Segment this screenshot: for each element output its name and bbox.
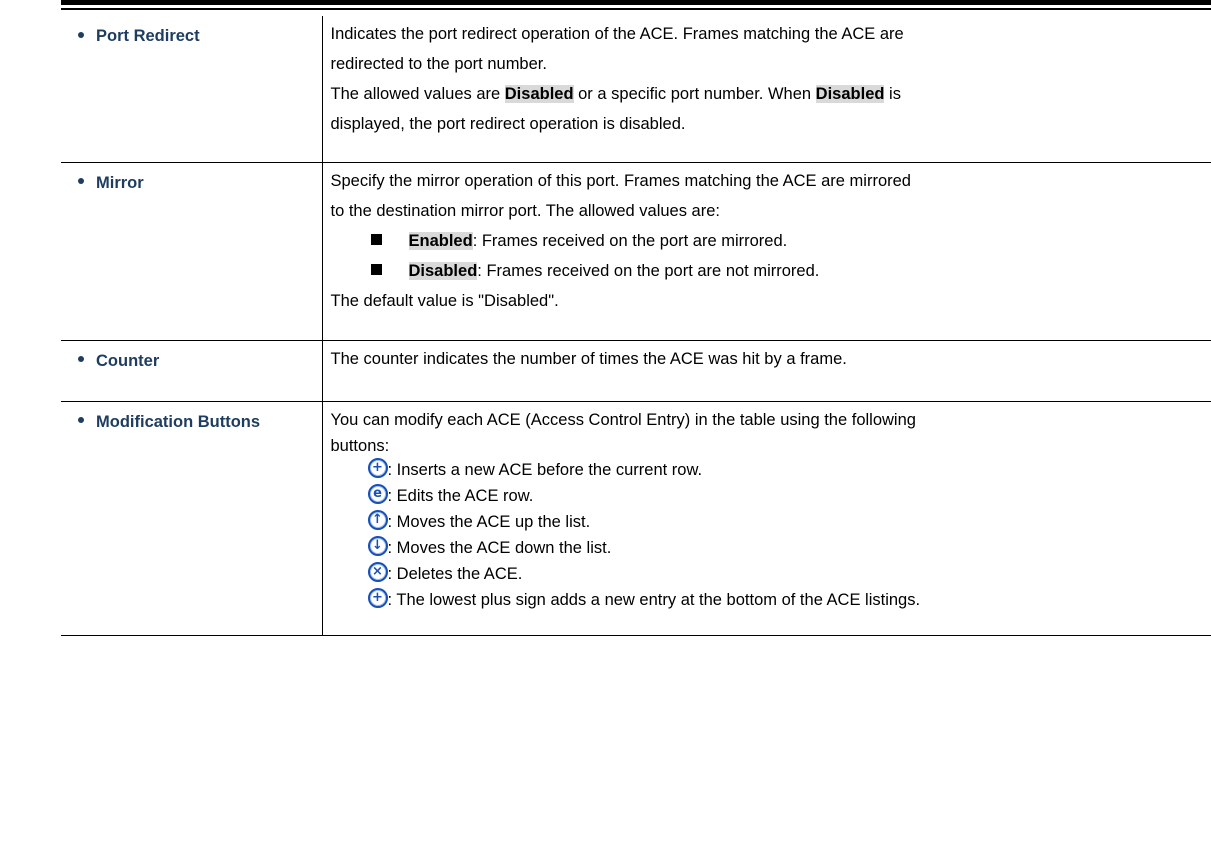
param-name-cell: Mirror xyxy=(61,162,323,340)
square-bullet-icon xyxy=(370,233,382,245)
top-rule xyxy=(61,0,1211,5)
keyword: Disabled xyxy=(408,261,478,280)
desc-line: The allowed values are Disabled or a spe… xyxy=(330,85,901,103)
table-row-mirror: Mirror Specify the mirror operation of t… xyxy=(61,162,1211,340)
bullet-dot xyxy=(78,417,84,424)
param-description: You can modify each ACE (Access Control … xyxy=(322,401,1211,635)
bullet-dot xyxy=(78,178,84,185)
plus-circle-icon: + xyxy=(367,588,388,609)
edit-circle-icon: e xyxy=(367,484,388,505)
param-name: Mirror xyxy=(78,174,144,192)
button-description: ×: Deletes the ACE. xyxy=(331,561,1202,587)
button-description: +: Inserts a new ACE before the current … xyxy=(331,457,1202,483)
param-description: Indicates the port redirect operation of… xyxy=(322,16,1211,162)
bullet-dot xyxy=(78,31,84,38)
param-name-cell: Modification Buttons xyxy=(61,401,323,635)
desc-line: to the destination mirror port. The allo… xyxy=(330,201,720,220)
desc-line: redirected to the port number. xyxy=(330,55,547,73)
button-description: +: The lowest plus sign adds a new entry… xyxy=(331,587,1202,613)
button-description: e: Edits the ACE row. xyxy=(331,483,1202,509)
param-description: The counter indicates the number of time… xyxy=(322,340,1211,401)
desc-line: Specify the mirror operation of this por… xyxy=(330,171,911,190)
button-description: ↑: Moves the ACE up the list. xyxy=(331,509,1202,535)
up-arrow-circle-icon: ↑ xyxy=(367,510,388,531)
param-description: Specify the mirror operation of this por… xyxy=(322,162,1211,340)
keyword: Enabled xyxy=(408,231,473,250)
desc-line: buttons: xyxy=(330,436,390,455)
keyword: Disabled xyxy=(815,85,885,103)
plus-circle-icon: + xyxy=(367,458,388,479)
bullet-dot xyxy=(78,356,84,363)
param-name: Port Redirect xyxy=(78,27,200,45)
param-name: Modification Buttons xyxy=(78,413,260,431)
delete-circle-icon: × xyxy=(367,562,388,583)
option-item: Disabled: Frames received on the port ar… xyxy=(331,256,1202,286)
desc-line: The default value is "Disabled". xyxy=(330,291,559,310)
desc-line: The counter indicates the number of time… xyxy=(330,349,847,368)
top-rule-thin xyxy=(61,8,1211,10)
param-name-cell: Port Redirect xyxy=(61,16,323,162)
table-row-port-redirect: Port Redirect Indicates the port redirec… xyxy=(61,16,1211,162)
parameter-table: Port Redirect Indicates the port redirec… xyxy=(61,16,1211,636)
option-item: Enabled: Frames received on the port are… xyxy=(331,226,1202,256)
desc-line: You can modify each ACE (Access Control … xyxy=(330,410,916,429)
down-arrow-circle-icon: ↓ xyxy=(367,536,388,557)
param-name-cell: Counter xyxy=(61,340,323,401)
button-description: ↓: Moves the ACE down the list. xyxy=(331,535,1202,561)
param-name: Counter xyxy=(78,352,159,370)
square-bullet-icon xyxy=(370,263,382,275)
keyword: Disabled xyxy=(504,85,574,103)
desc-line: Indicates the port redirect operation of… xyxy=(330,25,904,43)
table-row-counter: Counter The counter indicates the number… xyxy=(61,340,1211,401)
table-row-modification-buttons: Modification Buttons You can modify each… xyxy=(61,401,1211,635)
desc-line: displayed, the port redirect operation i… xyxy=(330,115,686,133)
